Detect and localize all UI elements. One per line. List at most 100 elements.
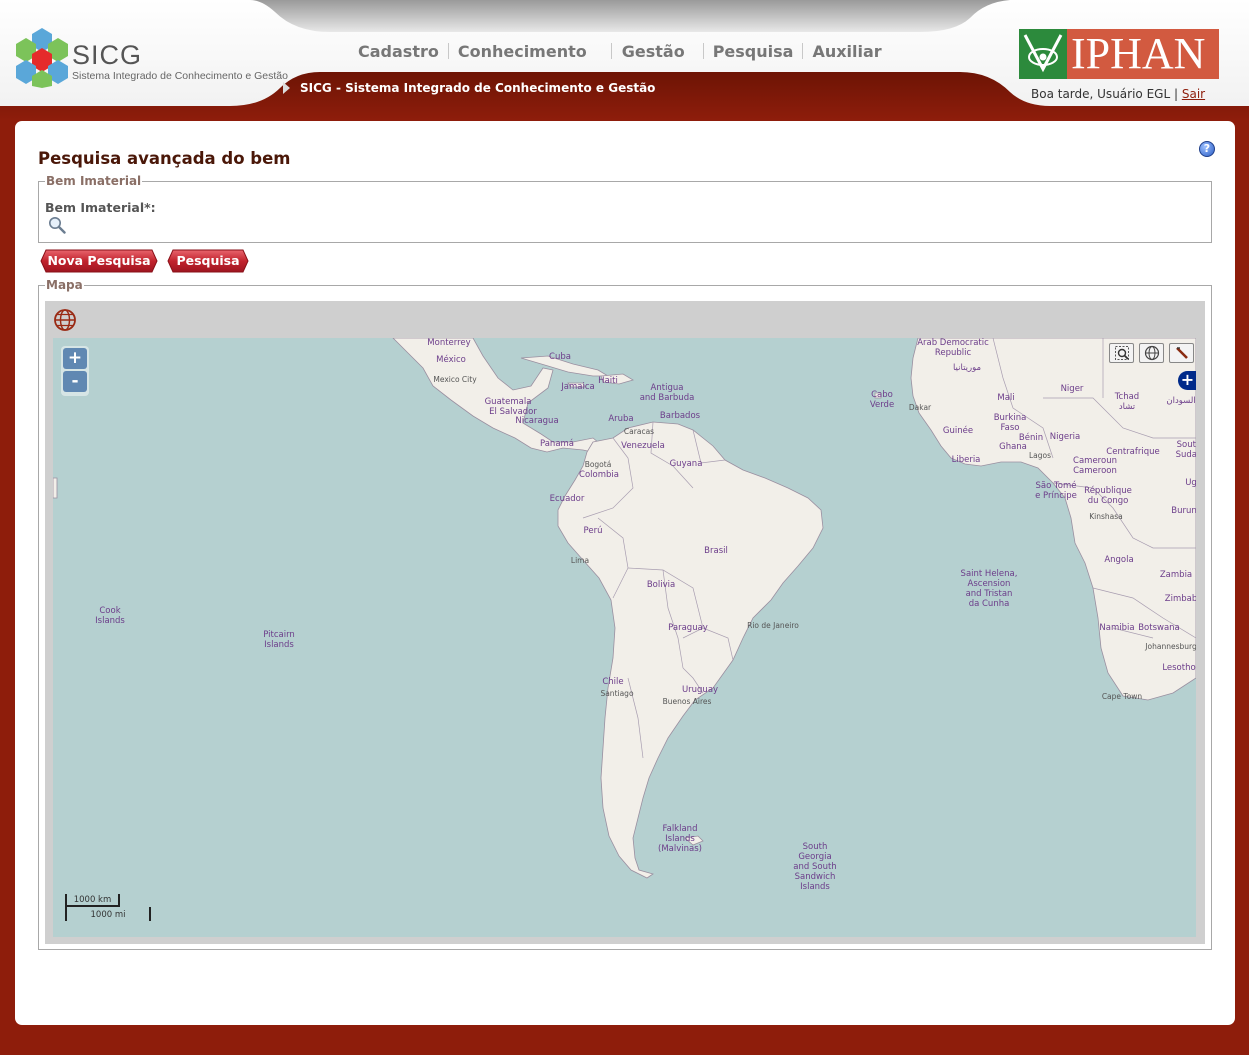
- greeting-text: Boa tarde, Usuário EGL: [1031, 87, 1171, 101]
- sicg-logo-icon: [16, 28, 68, 88]
- map-label: Panamá: [539, 439, 575, 449]
- map-label: Chile: [602, 677, 624, 687]
- nav-pesquisa[interactable]: Pesquisa: [704, 42, 803, 61]
- scale-mi: 1000 mi: [65, 907, 151, 921]
- map-label: Cape Town: [1101, 692, 1143, 701]
- map-label: Burkina Faso: [993, 413, 1027, 433]
- map-canvas[interactable]: Monterrey México Mexico City Cuba Haiti …: [53, 338, 1196, 937]
- map-label: السودان: [1166, 396, 1196, 406]
- zoom-box-tool-button[interactable]: [1109, 343, 1134, 363]
- map-label: Pitcairn Islands: [263, 630, 295, 650]
- map-label: Nigeria: [1049, 432, 1081, 442]
- logo-name: SICG: [72, 40, 143, 70]
- user-greeting: Boa tarde, Usuário EGL | Sair: [1031, 87, 1205, 101]
- page-title: Pesquisa avançada do bem: [38, 149, 291, 168]
- map-label: Saint Helena, Ascension and Tristan da C…: [960, 569, 1018, 609]
- map-label: Nicaragua: [515, 416, 559, 426]
- map-label: Paraguay: [668, 623, 708, 633]
- map-label: موريتانيا: [952, 363, 982, 373]
- iphan-eye-icon: [1023, 34, 1063, 73]
- map-label: Angola: [1104, 555, 1134, 565]
- land-mexico: [392, 338, 606, 455]
- map-label: Mexico City: [433, 375, 477, 384]
- map-label: Barbados: [659, 411, 701, 421]
- globe-icon[interactable]: [53, 308, 77, 332]
- zoom-out-button[interactable]: -: [63, 371, 87, 392]
- map-label: Ecuador: [549, 494, 585, 504]
- map-label: Brasil: [704, 546, 728, 556]
- map-label: Haiti: [598, 376, 618, 386]
- required-marker: *:: [144, 200, 156, 215]
- map-label: Lagos: [1028, 451, 1052, 460]
- map-label: Kinshasa: [1089, 512, 1123, 521]
- map-label: Namibia: [1099, 623, 1135, 633]
- search-label: Pesquisa: [176, 253, 240, 268]
- field-label: Bem Imaterial*:: [45, 200, 156, 215]
- map-label: Ug: [1185, 478, 1196, 488]
- map-label: Uruguay: [681, 685, 719, 695]
- layer-switcher-button[interactable]: +: [1178, 371, 1196, 390]
- map-label: Lima: [570, 556, 590, 565]
- map-label: Jamaica: [561, 382, 595, 392]
- full-extent-button[interactable]: [1139, 343, 1164, 363]
- new-search-button[interactable]: Nova Pesquisa: [40, 249, 158, 273]
- fieldset-legend: Bem Imaterial: [45, 174, 143, 188]
- map-label: Rio de Janeiro: [747, 621, 799, 630]
- globe-icon: [1144, 345, 1159, 361]
- iphan-logo[interactable]: IPHAN: [1019, 29, 1219, 79]
- measure-tool-button[interactable]: [1169, 343, 1194, 363]
- map-label: Lesotho: [1162, 663, 1196, 673]
- nav-gestao[interactable]: Gestão: [612, 42, 703, 61]
- map-label: Perú: [583, 526, 603, 536]
- map-label: Bolivia: [646, 580, 676, 590]
- zoom-box-icon: [1114, 346, 1129, 360]
- map-label: Zambia: [1159, 570, 1193, 580]
- zoom-in-button[interactable]: +: [63, 348, 87, 369]
- map-toolbar: [1109, 343, 1194, 363]
- search-button[interactable]: Pesquisa: [167, 249, 249, 273]
- iphan-emblem: [1019, 29, 1067, 79]
- search-icon[interactable]: [48, 216, 66, 234]
- map-label: Botswana: [1138, 623, 1180, 633]
- fieldset-legend: Mapa: [45, 278, 84, 292]
- zoom-control: + -: [61, 346, 89, 396]
- map-label: Liberia: [951, 455, 981, 465]
- iphan-text: IPHAN: [1071, 29, 1206, 78]
- map-label: Guyana: [669, 459, 703, 469]
- logout-link[interactable]: Sair: [1182, 87, 1205, 101]
- top-header: SICG Sistema Integrado de Conhecimento e…: [0, 0, 1249, 120]
- map-label: Mali: [997, 393, 1015, 403]
- sicg-logo[interactable]: SICG Sistema Integrado de Conhecimento e…: [14, 26, 288, 88]
- breadcrumb: SICG - Sistema Integrado de Conhecimento…: [283, 81, 655, 95]
- map-label: Guinée: [942, 426, 974, 436]
- map-label: Guatemala: [484, 397, 532, 407]
- map-label: Cook Islands: [95, 606, 125, 626]
- nav-conhecimento[interactable]: Conhecimento: [449, 42, 611, 61]
- scale-km: 1000 km: [65, 894, 120, 907]
- nav-cadastro[interactable]: Cadastro: [349, 42, 448, 61]
- fieldset-mapa: Mapa Monterrey México Mexico City Cuba H…: [38, 278, 1212, 950]
- map-label: Colombia: [579, 470, 619, 480]
- map-label: Buenos Aires: [662, 697, 712, 706]
- new-search-label: Nova Pesquisa: [47, 253, 151, 268]
- map-label: Ghana: [999, 442, 1027, 452]
- map-label: México: [436, 355, 466, 365]
- map-label: Venezuela: [621, 441, 665, 451]
- map-label: Monterrey: [427, 338, 471, 348]
- ruler-icon: [1175, 347, 1188, 359]
- breadcrumb-text[interactable]: SICG - Sistema Integrado de Conhecimento…: [300, 81, 655, 95]
- scale-bar: 1000 km 1000 mi: [65, 894, 155, 924]
- help-icon[interactable]: ?: [1199, 141, 1215, 157]
- map-label: Antigua and Barbuda: [639, 383, 695, 403]
- field-label-text: Bem Imaterial: [45, 200, 145, 215]
- map-label: Aruba: [608, 414, 634, 424]
- greeting-separator: |: [1173, 87, 1179, 101]
- map-label: Johannesburg: [1145, 642, 1196, 651]
- nav-auxiliar[interactable]: Auxiliar: [803, 42, 890, 61]
- main-nav: Cadastro Conhecimento Gestão Pesquisa Au…: [349, 40, 891, 62]
- map-panel: Monterrey México Mexico City Cuba Haiti …: [45, 301, 1205, 944]
- map-label: Bogotá: [584, 460, 612, 469]
- content-card: ? Pesquisa avançada do bem Bem Imaterial…: [15, 121, 1235, 1025]
- map-label: Dakar: [908, 403, 932, 412]
- map-label: Tchad تشاد: [1114, 392, 1140, 412]
